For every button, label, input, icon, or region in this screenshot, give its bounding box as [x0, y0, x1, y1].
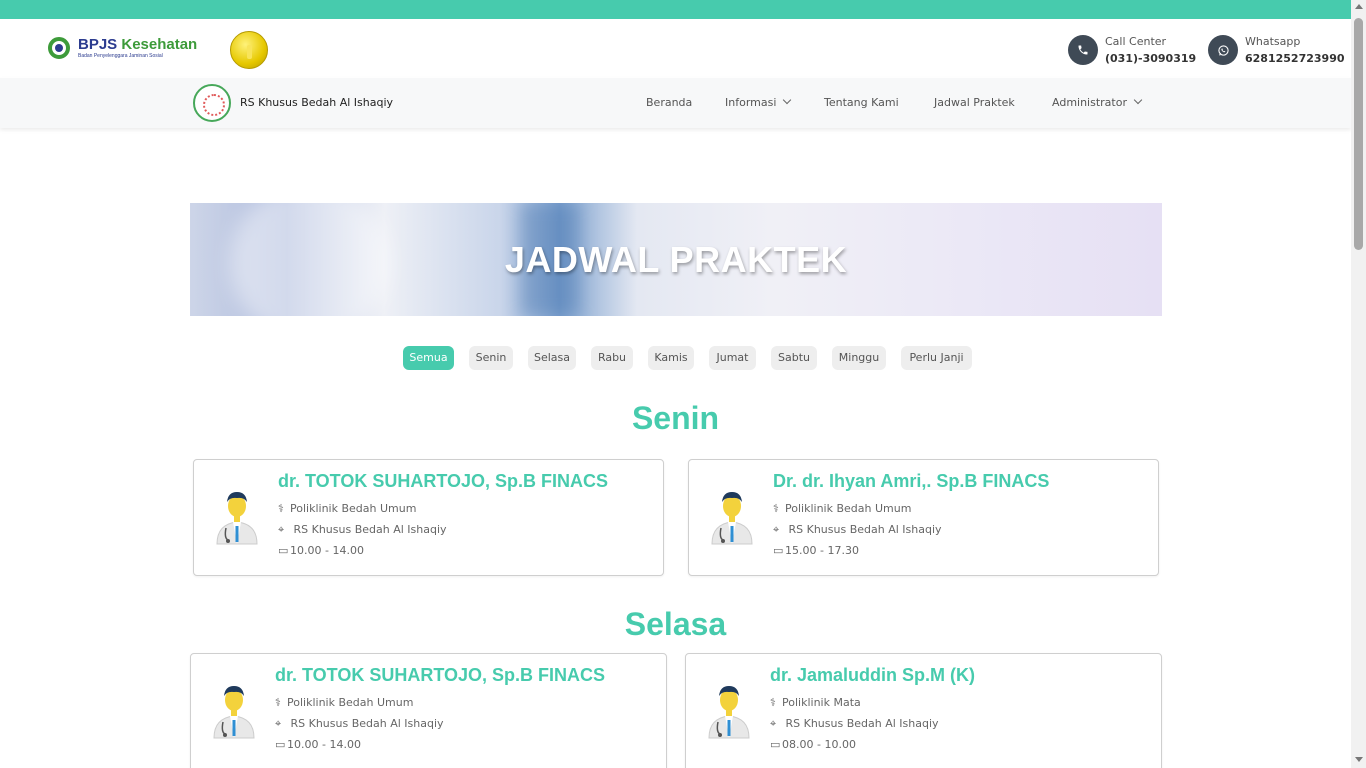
scrollbar-thumb[interactable] — [1354, 18, 1363, 250]
nav-tentang-kami[interactable]: Tentang Kami — [824, 96, 899, 109]
doctor-card[interactable]: dr. TOTOK SUHARTOJO, Sp.B FINACS ⚕ Polikl… — [193, 459, 664, 576]
doctor-time-text: 08.00 - 10.00 — [782, 738, 856, 751]
nav-informasi[interactable]: Informasi — [725, 95, 792, 109]
doctor-location: ⌖ RS Khusus Bedah Al Ishaqiy — [773, 523, 942, 537]
doctor-name: dr. TOTOK SUHARTOJO, Sp.B FINACS — [278, 471, 609, 491]
doctor-clinic: ⚕ Poliklinik Mata — [770, 696, 861, 709]
doctor-time-text: 10.00 - 14.00 — [290, 544, 364, 557]
stethoscope-icon: ⚕ — [275, 696, 281, 709]
calendar-icon: ▭ — [770, 738, 781, 751]
nav-label: Jadwal Praktek — [934, 96, 1015, 109]
bpjs-logo-title: BPJS Kesehatan — [78, 37, 197, 52]
doctor-location: ⌖ RS Khusus Bedah Al Ishaqiy — [278, 523, 447, 537]
doctor-card[interactable]: dr. TOTOK SUHARTOJO, Sp.B FINACS ⚕ Polikl… — [190, 653, 667, 768]
map-pin-icon: ⌖ — [773, 523, 780, 536]
top-accent-bar — [0, 0, 1351, 19]
filter-selasa[interactable]: Selasa — [528, 346, 576, 370]
nav-jadwal-praktek[interactable]: Jadwal Praktek — [934, 96, 1015, 109]
doctor-name: Dr. dr. Ihyan Amri,. Sp.B FINACS — [773, 471, 1050, 491]
day-heading-selasa: Selasa — [624, 606, 727, 642]
doctor-time: ▭ 08.00 - 10.00 — [770, 738, 856, 751]
nav-label: Beranda — [646, 96, 693, 109]
bpjs-logo[interactable]: BPJS Kesehatan Badan Penyelenggara Jamin… — [48, 37, 197, 59]
whatsapp-number: 6281252723990 — [1245, 52, 1345, 65]
doctor-card[interactable]: Dr. dr. Ihyan Amri,. Sp.B FINACS ⚕ Polikl… — [688, 459, 1159, 576]
doctor-time: ▭ 10.00 - 14.00 — [278, 544, 364, 557]
page-banner: JADWAL PRAKTEK — [190, 203, 1162, 316]
doctor-clinic: ⚕ Poliklinik Bedah Umum — [275, 696, 413, 709]
doctor-location-text: RS Khusus Bedah Al Ishaqiy — [785, 717, 939, 730]
doctor-location-text: RS Khusus Bedah Al Ishaqiy — [788, 523, 942, 536]
call-center-label: Call Center — [1105, 35, 1167, 48]
calendar-icon: ▭ — [773, 544, 784, 557]
navbar: RS Khusus Bedah Al Ishaqiy Beranda Infor… — [0, 78, 1351, 128]
doctor-avatar-icon — [708, 686, 750, 739]
calendar-icon: ▭ — [275, 738, 286, 751]
bpjs-emblem-icon — [48, 37, 70, 59]
doctor-location: ⌖ RS Khusus Bedah Al Ishaqiy — [275, 717, 444, 731]
bpjs-logo-text: BPJS Kesehatan Badan Penyelenggara Jamin… — [78, 37, 197, 59]
bpjs-brand-b: Kesehatan — [117, 36, 198, 53]
stethoscope-icon: ⚕ — [770, 696, 776, 709]
doctor-clinic-text: Poliklinik Bedah Umum — [785, 502, 912, 515]
nav-administrator[interactable]: Administrator — [1052, 95, 1143, 109]
doctor-avatar-icon — [711, 492, 753, 545]
doctor-time: ▭ 15.00 - 17.30 — [773, 544, 859, 557]
doctor-card[interactable]: dr. Jamaluddin Sp.M (K) ⚕ Poliklinik Mata… — [685, 653, 1162, 768]
bpjs-brand-a: BPJS — [78, 36, 118, 53]
kars-accreditation-logo — [230, 31, 268, 69]
map-pin-icon: ⌖ — [275, 717, 282, 730]
doctor-location-text: RS Khusus Bedah Al Ishaqiy — [293, 523, 447, 536]
doctor-location-text: RS Khusus Bedah Al Ishaqiy — [290, 717, 444, 730]
nav-label: Administrator — [1052, 96, 1127, 109]
page-title: JADWAL PRAKTEK — [504, 239, 848, 280]
hospital-logo[interactable] — [193, 84, 231, 122]
scroll-up-arrow-icon[interactable] — [1355, 4, 1363, 9]
doctor-clinic: ⚕ Poliklinik Bedah Umum — [773, 502, 911, 515]
calendar-icon: ▭ — [278, 544, 289, 557]
filter-sabtu[interactable]: Sabtu — [771, 346, 817, 370]
header: BPJS Kesehatan Badan Penyelenggara Jamin… — [0, 19, 1351, 77]
filter-rabu[interactable]: Rabu — [591, 346, 633, 370]
doctor-time-text: 10.00 - 14.00 — [287, 738, 361, 751]
doctor-clinic-text: Poliklinik Mata — [782, 696, 861, 709]
call-center-number: (031)-3090319 — [1105, 52, 1197, 65]
filter-minggu[interactable]: Minggu — [832, 346, 886, 370]
whatsapp-text: Whatsapp 6281252723990 — [1245, 35, 1345, 69]
doctor-time: ▭ 10.00 - 14.00 — [275, 738, 361, 751]
nav-label: Tentang Kami — [824, 96, 899, 109]
doctor-clinic-text: Poliklinik Bedah Umum — [290, 502, 417, 515]
whatsapp-label: Whatsapp — [1245, 35, 1301, 48]
map-pin-icon: ⌖ — [770, 717, 777, 730]
doctor-time-text: 15.00 - 17.30 — [785, 544, 859, 557]
nav-label: Informasi — [725, 96, 777, 109]
bpjs-tagline: Badan Penyelenggara Jaminan Sosial — [78, 53, 163, 59]
filter-kamis[interactable]: Kamis — [648, 346, 694, 370]
filter-jumat[interactable]: Jumat — [709, 346, 756, 370]
whatsapp-icon — [1208, 35, 1238, 65]
whatsapp-contact[interactable]: Whatsapp 6281252723990 — [1208, 35, 1345, 69]
call-center-text: Call Center (031)-3090319 — [1105, 35, 1196, 69]
hospital-name[interactable]: RS Khusus Bedah Al Ishaqiy — [240, 96, 393, 109]
call-center[interactable]: Call Center (031)-3090319 — [1068, 35, 1196, 69]
doctor-name: dr. Jamaluddin Sp.M (K) — [770, 665, 976, 685]
day-heading-senin: Senin — [631, 400, 720, 436]
doctor-name: dr. TOTOK SUHARTOJO, Sp.B FINACS — [275, 665, 606, 685]
doctor-clinic-text: Poliklinik Bedah Umum — [287, 696, 414, 709]
filter-perlu-janji[interactable]: Perlu Janji — [901, 346, 972, 370]
doctor-location: ⌖ RS Khusus Bedah Al Ishaqiy — [770, 717, 939, 731]
phone-icon — [1068, 35, 1098, 65]
doctor-clinic: ⚕ Poliklinik Bedah Umum — [278, 502, 416, 515]
scroll-down-arrow-icon[interactable] — [1355, 757, 1363, 762]
nav-beranda[interactable]: Beranda — [646, 96, 692, 109]
doctor-avatar-icon — [216, 492, 258, 545]
filter-senin[interactable]: Senin — [469, 346, 513, 370]
chevron-down-icon — [1133, 95, 1143, 105]
stethoscope-icon: ⚕ — [278, 502, 284, 515]
filter-semua[interactable]: Semua — [403, 346, 454, 370]
doctor-avatar-icon — [213, 686, 255, 739]
chevron-down-icon — [783, 95, 792, 105]
map-pin-icon: ⌖ — [278, 523, 285, 536]
stethoscope-icon: ⚕ — [773, 502, 779, 515]
